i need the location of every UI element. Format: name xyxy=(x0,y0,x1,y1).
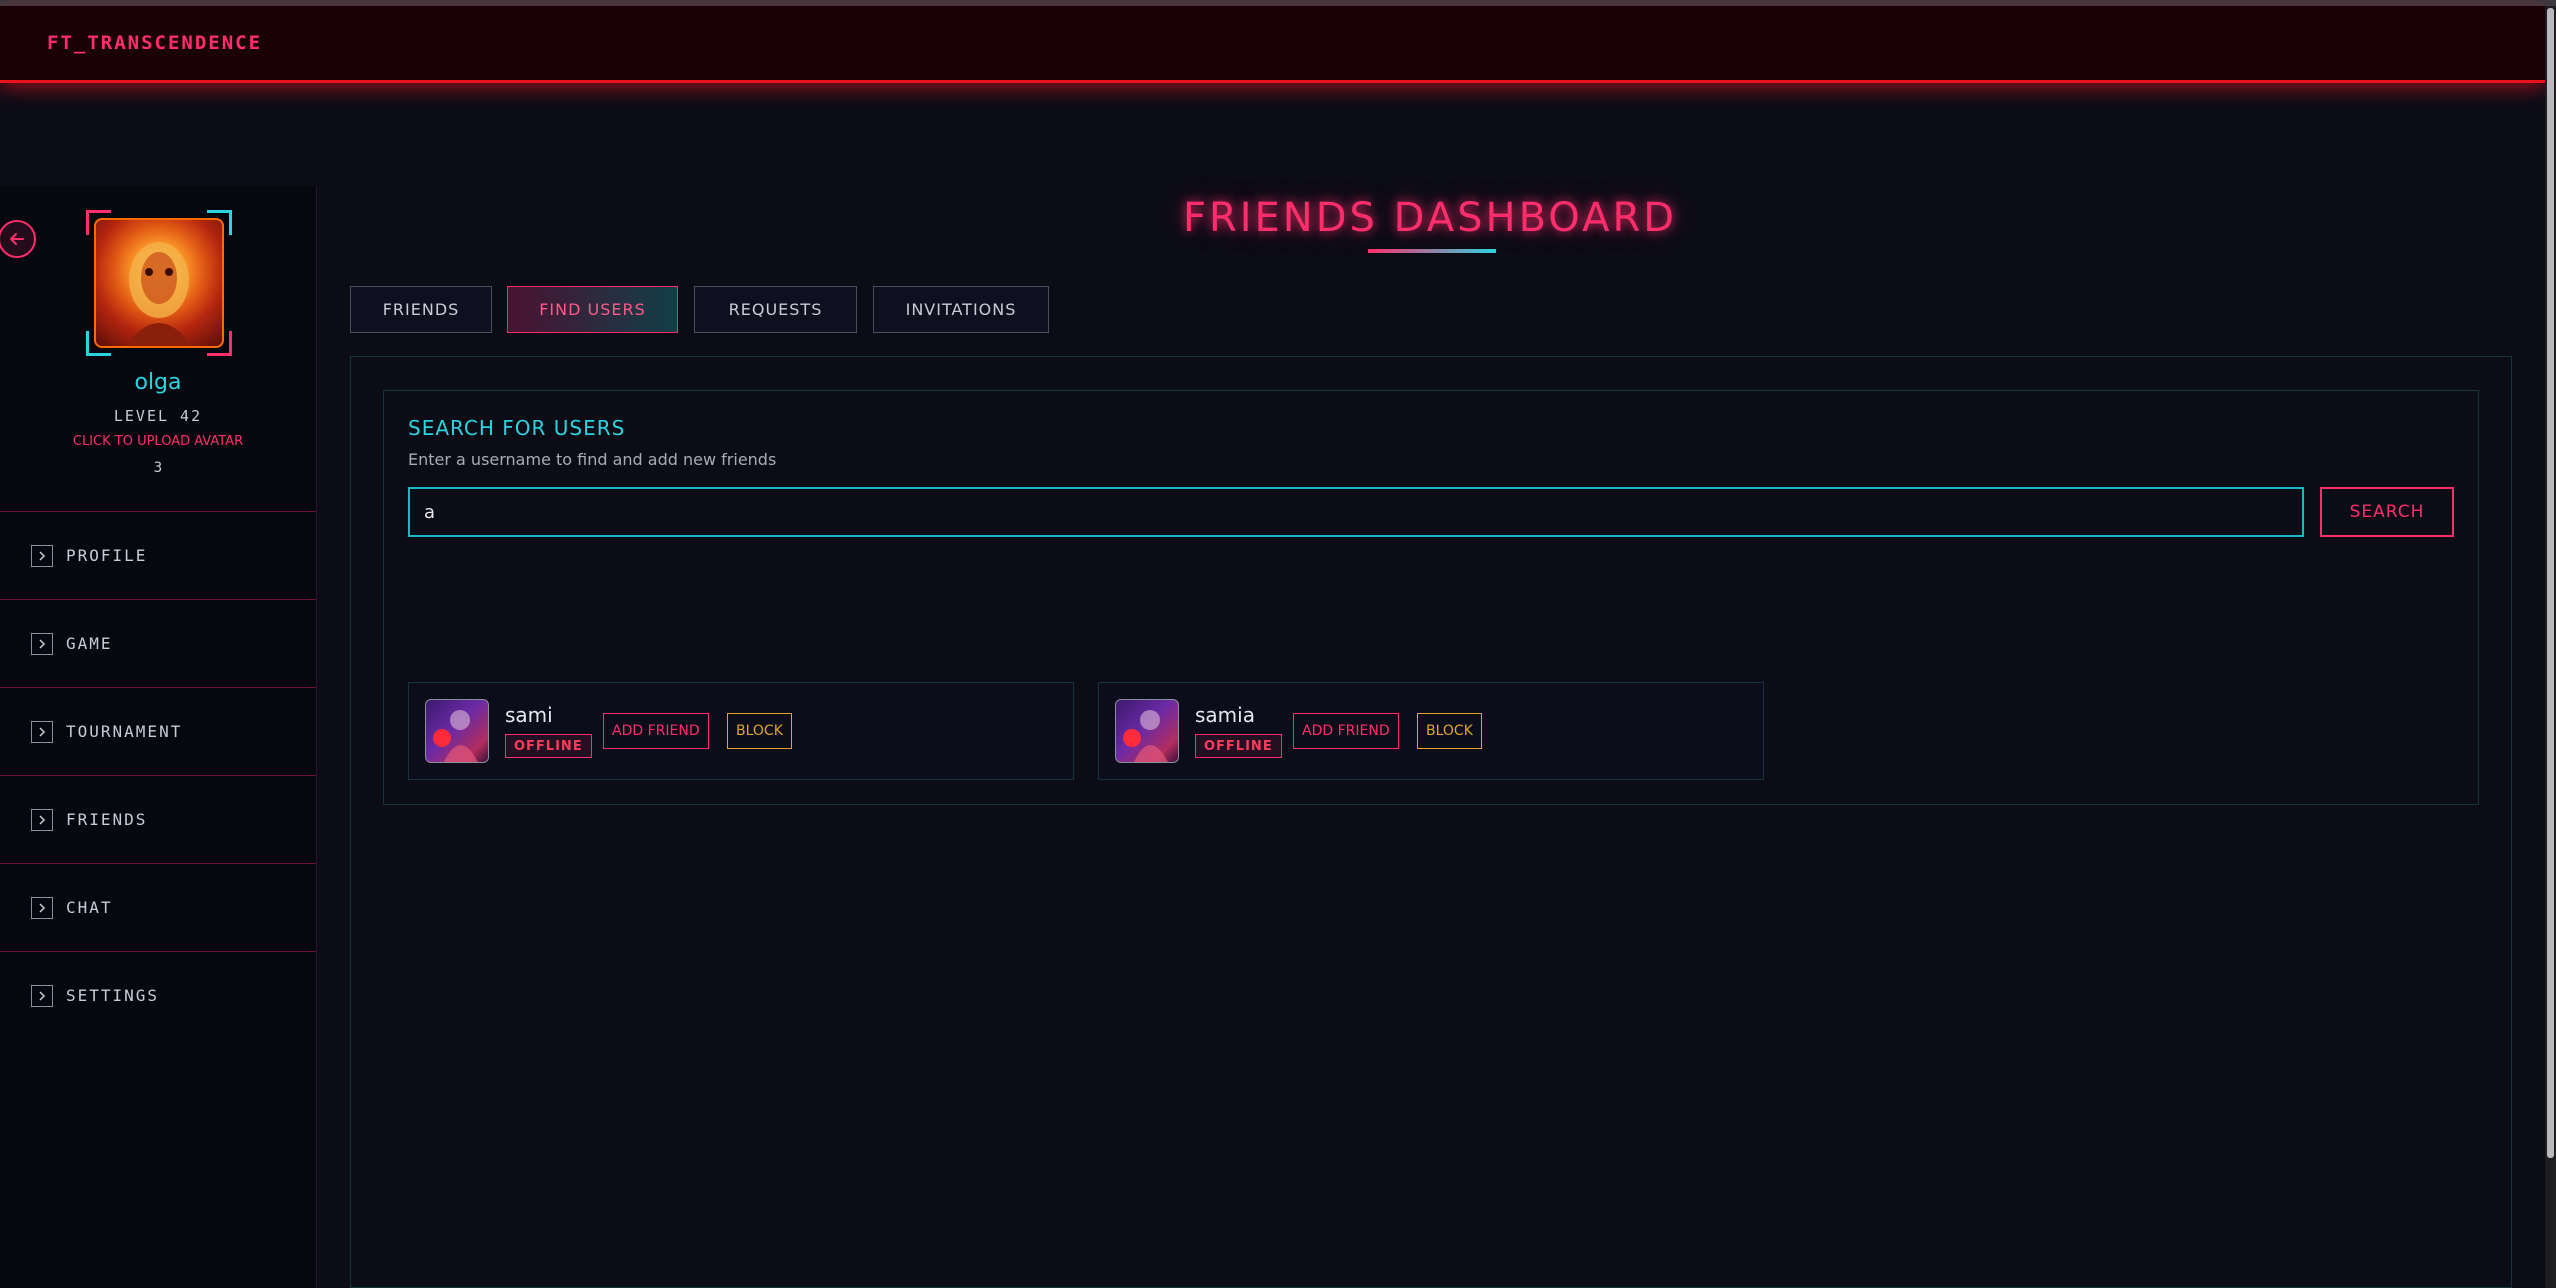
sidebar-nav: PROFILE GAME TOURNAMENT FRIENDS CHAT SET… xyxy=(0,511,316,1039)
profile-avatar-frame[interactable] xyxy=(86,210,232,356)
tab-find-users[interactable]: FIND USERS xyxy=(507,286,678,333)
block-button[interactable]: BLOCK xyxy=(727,713,792,749)
tab-invitations[interactable]: INVITATIONS xyxy=(873,286,1049,333)
chevron-right-icon xyxy=(31,544,53,567)
scrollbar-thumb[interactable] xyxy=(2547,8,2554,1158)
sidebar-item-profile[interactable]: PROFILE xyxy=(0,511,316,599)
avatar-art xyxy=(1123,710,1168,762)
title-underline xyxy=(1368,249,1496,253)
chevron-right-icon xyxy=(31,720,53,743)
status-badge: OFFLINE xyxy=(1195,734,1282,758)
avatar-art xyxy=(433,710,478,762)
user-name: sami xyxy=(505,703,553,727)
search-input[interactable] xyxy=(408,487,2304,537)
back-button[interactable] xyxy=(0,220,36,258)
search-button[interactable]: SEARCH xyxy=(2320,487,2454,537)
add-friend-button[interactable]: ADD FRIEND xyxy=(1293,713,1399,749)
chevron-right-icon xyxy=(31,632,53,655)
brand-logo[interactable]: FT_TRANSCENDENCE xyxy=(47,32,262,54)
top-header: FT_TRANSCENDENCE xyxy=(0,6,2545,83)
sidebar-item-label: TOURNAMENT xyxy=(66,722,183,741)
chevron-right-icon xyxy=(31,896,53,919)
avatar[interactable] xyxy=(1115,699,1179,763)
search-subtitle: Enter a username to find and add new fri… xyxy=(408,450,777,469)
user-result-card: samia OFFLINE ADD FRIEND BLOCK xyxy=(1098,682,1764,780)
upload-avatar-link[interactable]: CLICK TO UPLOAD AVATAR xyxy=(0,434,316,449)
user-name: samia xyxy=(1195,703,1255,727)
status-badge: OFFLINE xyxy=(505,734,592,758)
arrow-left-icon xyxy=(10,233,24,245)
page-title: FRIENDS DASHBOARD xyxy=(1182,195,1678,241)
tab-requests[interactable]: REQUESTS xyxy=(694,286,857,333)
chevron-right-icon xyxy=(31,984,53,1007)
profile-level: LEVEL 42 xyxy=(113,407,203,425)
avatar[interactable] xyxy=(425,699,489,763)
sidebar-item-label: GAME xyxy=(66,634,113,653)
sidebar-item-friends[interactable]: FRIENDS xyxy=(0,775,316,863)
profile-count: 3 xyxy=(153,460,163,476)
sidebar-item-label: PROFILE xyxy=(66,546,148,565)
sidebar-item-chat[interactable]: CHAT xyxy=(0,863,316,951)
sidebar-item-game[interactable]: GAME xyxy=(0,599,316,687)
avatar[interactable] xyxy=(94,218,224,348)
user-result-card: sami OFFLINE ADD FRIEND BLOCK xyxy=(408,682,1074,780)
sidebar-item-tournament[interactable]: TOURNAMENT xyxy=(0,687,316,775)
add-friend-button[interactable]: ADD FRIEND xyxy=(603,713,709,749)
sidebar-item-label: FRIENDS xyxy=(66,810,148,829)
block-button[interactable]: BLOCK xyxy=(1417,713,1482,749)
profile-username: olga xyxy=(134,370,182,395)
sidebar-item-settings[interactable]: SETTINGS xyxy=(0,951,316,1039)
chevron-right-icon xyxy=(31,808,53,831)
sidebar-item-label: CHAT xyxy=(66,898,113,917)
tab-friends[interactable]: FRIENDS xyxy=(350,286,492,333)
sidebar-item-label: SETTINGS xyxy=(66,986,160,1005)
page-scrollbar[interactable] xyxy=(2545,6,2556,1288)
sidebar: olga LEVEL 42 CLICK TO UPLOAD AVATAR 3 P… xyxy=(0,186,317,1288)
avatar-art xyxy=(126,242,192,346)
search-title: SEARCH FOR USERS xyxy=(408,416,626,440)
